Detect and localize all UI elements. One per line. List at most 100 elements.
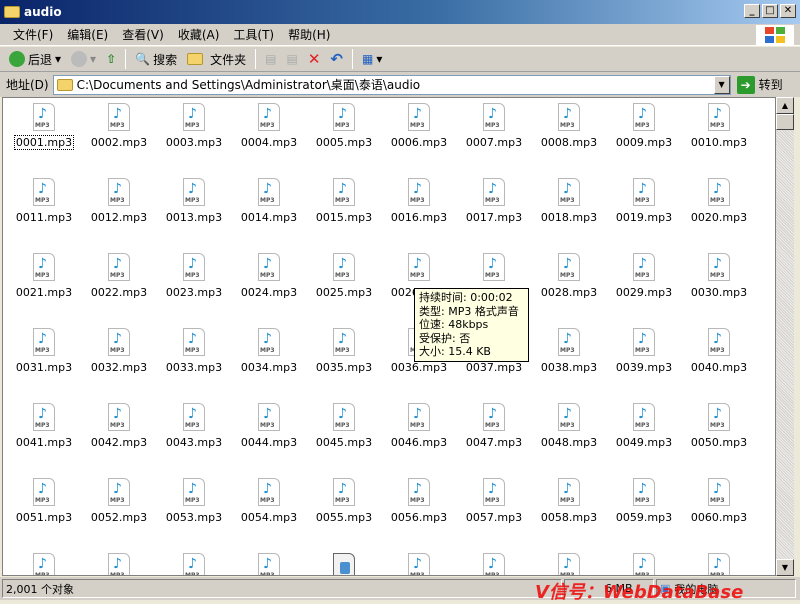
- mp3-file-icon: ♪MP3: [633, 103, 655, 131]
- file-item[interactable]: ♪ MP3 0023.mp3: [159, 253, 229, 299]
- file-item[interactable]: ♪ MP3 0024.mp3: [234, 253, 304, 299]
- file-item[interactable]: ♪ MP3 0055.mp3: [309, 478, 379, 524]
- file-item[interactable]: ♪ MP3 0054.mp3: [234, 478, 304, 524]
- menu-view[interactable]: 查看(V): [115, 26, 171, 43]
- file-item[interactable]: ♪ MP3 0019.mp3: [609, 178, 679, 224]
- folders-button[interactable]: 文件夹: [184, 51, 249, 68]
- address-dropdown-button[interactable]: ▼: [713, 75, 730, 94]
- file-item[interactable]: ♪ MP3 0039.mp3: [609, 328, 679, 374]
- file-item[interactable]: ♪ MP3 0007.mp3: [459, 103, 529, 149]
- file-item[interactable]: ♪ MP3 0052.mp3: [84, 478, 154, 524]
- menu-file[interactable]: 文件(F): [6, 26, 60, 43]
- file-item[interactable]: [309, 553, 379, 575]
- mp3-file-icon: ♪MP3: [183, 403, 205, 431]
- back-dropdown-icon[interactable]: ▾: [55, 52, 61, 66]
- file-item[interactable]: ♪ MP3 0058.mp3: [534, 478, 604, 524]
- file-item[interactable]: ♪ MP3 0034.mp3: [234, 328, 304, 374]
- file-item[interactable]: ♪ MP3 0040.mp3: [684, 328, 754, 374]
- file-item[interactable]: ♪ MP3 0056.mp3: [384, 478, 454, 524]
- close-button[interactable]: ✕: [780, 4, 796, 18]
- menu-favorites[interactable]: 收藏(A): [171, 26, 227, 43]
- forward-arrow-icon: [71, 51, 88, 67]
- file-item[interactable]: ♪ MP3 0057.mp3: [459, 478, 529, 524]
- minimize-button[interactable]: _: [744, 4, 760, 18]
- file-item[interactable]: ♪ MP3 0014.mp3: [234, 178, 304, 224]
- file-item[interactable]: ♪ MP3 0033.mp3: [159, 328, 229, 374]
- file-item[interactable]: ♪ MP3 0015.mp3: [309, 178, 379, 224]
- move-to-button[interactable]: ▤: [262, 52, 279, 66]
- up-folder-button[interactable]: ⇧: [103, 52, 119, 66]
- file-item[interactable]: ♪ MP3 0002.mp3: [84, 103, 154, 149]
- file-item[interactable]: ♪ MP3: [684, 553, 754, 575]
- file-item[interactable]: ♪ MP3 0006.mp3: [384, 103, 454, 149]
- file-item[interactable]: ♪ MP3 0043.mp3: [159, 403, 229, 449]
- go-button[interactable]: ➔ 转到: [736, 75, 783, 94]
- forward-button[interactable]: ▾: [68, 51, 99, 67]
- file-item[interactable]: ♪ MP3 0045.mp3: [309, 403, 379, 449]
- mp3-file-icon: ♪MP3: [408, 178, 430, 206]
- file-item[interactable]: ♪ MP3 0010.mp3: [684, 103, 754, 149]
- file-item[interactable]: ♪ MP3 0012.mp3: [84, 178, 154, 224]
- file-item[interactable]: ♪ MP3 0020.mp3: [684, 178, 754, 224]
- search-button[interactable]: 🔍 搜索: [132, 51, 180, 68]
- file-item[interactable]: ♪ MP3 0048.mp3: [534, 403, 604, 449]
- copy-to-button[interactable]: ▤: [283, 52, 300, 66]
- file-item[interactable]: ♪ MP3 0035.mp3: [309, 328, 379, 374]
- file-item[interactable]: ♪ MP3 0028.mp3: [534, 253, 604, 299]
- file-item[interactable]: ♪ MP3 0004.mp3: [234, 103, 304, 149]
- file-item[interactable]: ♪ MP3 0005.mp3: [309, 103, 379, 149]
- file-item[interactable]: ♪ MP3 0025.mp3: [309, 253, 379, 299]
- file-item[interactable]: ♪ MP3: [159, 553, 229, 575]
- file-item[interactable]: ♪ MP3 0032.mp3: [84, 328, 154, 374]
- undo-button[interactable]: ↶: [327, 50, 346, 68]
- scroll-thumb[interactable]: [776, 114, 794, 130]
- menu-tools[interactable]: 工具(T): [226, 26, 281, 43]
- file-item[interactable]: ♪ MP3 0017.mp3: [459, 178, 529, 224]
- scroll-down-button[interactable]: ▼: [776, 559, 794, 576]
- file-item[interactable]: ♪ MP3 0059.mp3: [609, 478, 679, 524]
- file-item[interactable]: ♪ MP3 0038.mp3: [534, 328, 604, 374]
- file-item[interactable]: ♪ MP3 0044.mp3: [234, 403, 304, 449]
- file-item[interactable]: ♪ MP3 0047.mp3: [459, 403, 529, 449]
- file-item[interactable]: ♪ MP3 0016.mp3: [384, 178, 454, 224]
- menu-help[interactable]: 帮助(H): [281, 26, 337, 43]
- file-item[interactable]: ♪ MP3 0053.mp3: [159, 478, 229, 524]
- delete-button[interactable]: ✕: [305, 50, 324, 68]
- file-item[interactable]: ♪ MP3 0042.mp3: [84, 403, 154, 449]
- file-item[interactable]: ♪ MP3 0003.mp3: [159, 103, 229, 149]
- file-item[interactable]: ♪ MP3 0041.mp3: [9, 403, 79, 449]
- file-item[interactable]: ♪ MP3 0060.mp3: [684, 478, 754, 524]
- file-item[interactable]: ♪ MP3 0011.mp3: [9, 178, 79, 224]
- file-item[interactable]: ♪ MP3 0013.mp3: [159, 178, 229, 224]
- file-item[interactable]: ♪ MP3 0008.mp3: [534, 103, 604, 149]
- vertical-scrollbar[interactable]: ▲ ▼: [776, 97, 794, 576]
- file-item[interactable]: ♪ MP3 0001.mp3: [9, 103, 79, 150]
- back-button[interactable]: 后退 ▾: [6, 51, 64, 68]
- file-item[interactable]: ♪ MP3 0018.mp3: [534, 178, 604, 224]
- file-item[interactable]: ♪ MP3: [534, 553, 604, 575]
- address-input[interactable]: C:\Documents and Settings\Administrator\…: [52, 74, 731, 95]
- file-item[interactable]: ♪ MP3 0049.mp3: [609, 403, 679, 449]
- menu-edit[interactable]: 编辑(E): [60, 26, 115, 43]
- file-item[interactable]: ♪ MP3 0022.mp3: [84, 253, 154, 299]
- file-item[interactable]: ♪ MP3: [384, 553, 454, 575]
- file-list[interactable]: ♪ MP3 0001.mp3 ♪ MP3 0002.mp3 ♪ MP3 0003.mp3 ♪ MP3…: [2, 97, 776, 576]
- title-bar[interactable]: audio _ □ ✕: [0, 0, 800, 24]
- file-item[interactable]: ♪ MP3 0021.mp3: [9, 253, 79, 299]
- file-item[interactable]: ♪ MP3 0030.mp3: [684, 253, 754, 299]
- file-item[interactable]: ♪ MP3 0046.mp3: [384, 403, 454, 449]
- file-item[interactable]: ♪ MP3: [459, 553, 529, 575]
- views-button[interactable]: ▦ ▾: [359, 52, 385, 66]
- file-item[interactable]: ♪ MP3 0050.mp3: [684, 403, 754, 449]
- maximize-button[interactable]: □: [762, 4, 778, 18]
- file-item[interactable]: ♪ MP3: [84, 553, 154, 575]
- file-item[interactable]: ♪ MP3 0029.mp3: [609, 253, 679, 299]
- file-item[interactable]: ♪ MP3 0051.mp3: [9, 478, 79, 524]
- file-item[interactable]: ♪ MP3: [9, 553, 79, 575]
- file-item[interactable]: ♪ MP3: [234, 553, 304, 575]
- file-item[interactable]: ♪ MP3: [609, 553, 679, 575]
- forward-dropdown-icon[interactable]: ▾: [90, 52, 96, 66]
- file-item[interactable]: ♪ MP3 0009.mp3: [609, 103, 679, 149]
- scroll-up-button[interactable]: ▲: [776, 97, 794, 114]
- file-item[interactable]: ♪ MP3 0031.mp3: [9, 328, 79, 374]
